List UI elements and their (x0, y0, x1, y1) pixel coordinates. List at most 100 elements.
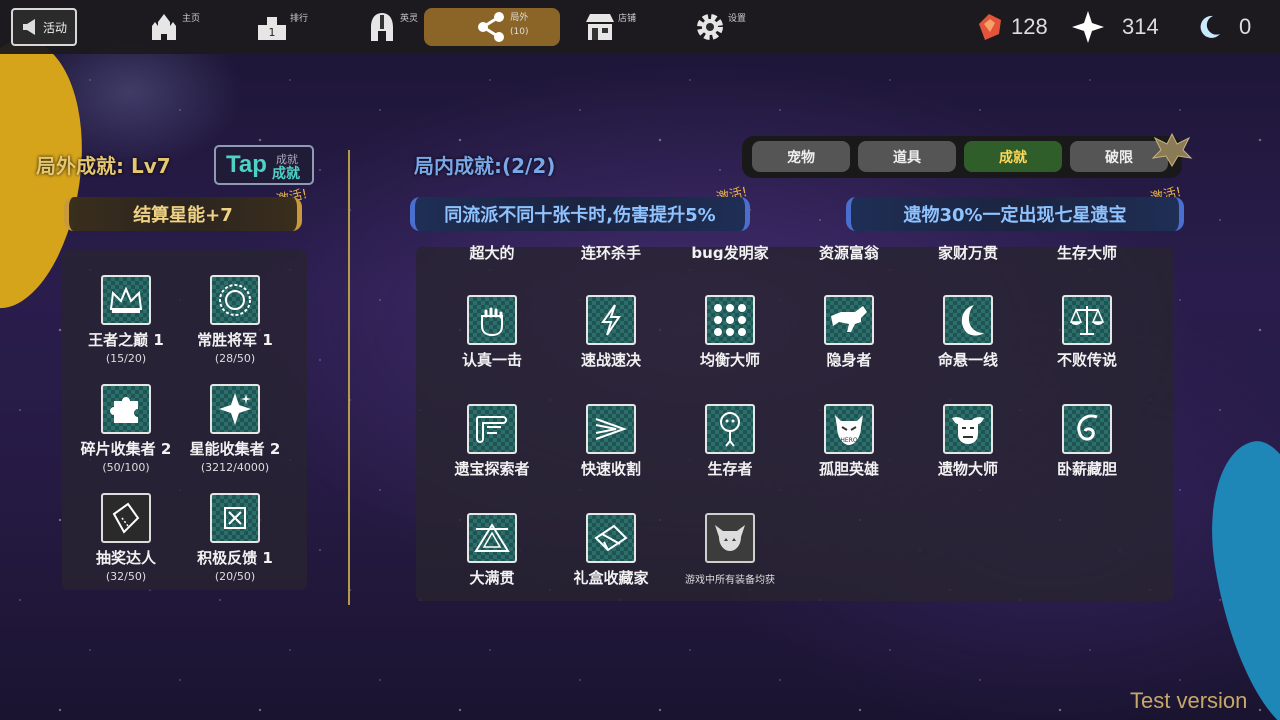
achievement-name: 王者之巅 1 (88, 331, 164, 349)
svg-text:1: 1 (269, 26, 276, 39)
achievement-name: 遗宝探索者 (454, 460, 530, 478)
puzzle-icon (101, 384, 151, 434)
gem-count: 128 (1011, 14, 1048, 39)
achievement-gift-box-collector[interactable]: 礼盒收藏家 (551, 513, 671, 588)
achievement-name: 不败传说 (1056, 351, 1117, 369)
nav-label-text: 局外 (510, 13, 529, 23)
feedback-icon (210, 493, 260, 543)
achievement-blitz[interactable]: 速战速决 (551, 295, 671, 370)
nav-ranking[interactable]: 1 排行 (256, 0, 308, 54)
achievement-survivor[interactable]: 生存者 (670, 404, 790, 479)
achievement-progress: (50/100) (102, 461, 150, 474)
nav-label: 店铺 (618, 13, 637, 24)
castle-icon (148, 11, 180, 43)
outer-achievement-title: 局外成就: Lv7 (36, 154, 171, 178)
category-tabs: 宠物 道具 成就 破限 (742, 136, 1182, 178)
section-divider (348, 150, 350, 605)
nav-label-count: (10) (510, 27, 529, 37)
achievement-lottery-master[interactable]: 抽奖达人 (32/50) (66, 493, 186, 583)
stick-figure-icon (705, 404, 755, 454)
moon-count: 0 (1239, 14, 1252, 39)
achievement-relic-master[interactable]: 遗物大师 (908, 404, 1028, 479)
nav-outer-active[interactable]: 局外 (10) (424, 8, 560, 46)
resource-moon: 0 (1195, 0, 1251, 54)
dots-grid-icon (705, 295, 755, 345)
crown-icon (101, 275, 151, 325)
share-icon (476, 11, 506, 43)
ticket-icon (101, 493, 151, 543)
wolf-icon (824, 295, 874, 345)
shop-icon (584, 11, 616, 43)
inner-achievement-title: 局内成就:(2/2) (414, 154, 556, 178)
megaphone-icon (21, 18, 41, 36)
achievement-name: 均衡大师 (699, 351, 760, 369)
nav-label: 主页 (182, 13, 201, 24)
achievement-progress: (20/50) (214, 570, 256, 583)
achievement-stealth[interactable]: 隐身者 (789, 295, 909, 370)
achievement-fragment-collector[interactable]: 碎片收集者 2 (50/100) (66, 384, 186, 474)
nav-label: 局外 (10) (510, 11, 528, 39)
achievement-name: 抽奖达人 (95, 549, 156, 567)
achievement-locked[interactable]: 游戏中所有装备均获 (670, 513, 790, 586)
achievement-name: 遗物大师 (937, 460, 998, 478)
nav-home[interactable]: 主页 (148, 0, 200, 54)
moon-icon (1195, 13, 1223, 41)
achievement-name-clipped: 资源富翁 (818, 244, 879, 260)
achievement-name: 孤胆英雄 (818, 460, 879, 478)
achievement-balance-master[interactable]: 均衡大师 (670, 295, 790, 370)
achievement-lone-hero[interactable]: HERO 孤胆英雄 (789, 404, 909, 479)
nav-heroes[interactable]: 英灵 (366, 0, 418, 54)
achievement-positive-feedback[interactable]: 积极反馈 1 (20/50) (175, 493, 295, 583)
achievement-narrow-escape[interactable]: 命悬一线 (908, 295, 1028, 370)
achievement-name-clipped: bug发明家 (691, 244, 769, 260)
nav-label: 英灵 (400, 13, 419, 24)
achievement-relic-explorer[interactable]: 遗宝探索者 (432, 404, 552, 479)
sparkle-icon (210, 384, 260, 434)
nav-label: 设置 (728, 13, 747, 24)
achievement-name: 礼盒收藏家 (573, 569, 649, 587)
tab-pets[interactable]: 宠物 (752, 141, 850, 172)
star-sparkle-icon (1070, 9, 1106, 45)
achievement-undefeated-legend[interactable]: 不败传说 (1027, 295, 1147, 370)
gift-box-icon (586, 513, 636, 563)
tap-achievement-badge[interactable]: Tap 成就 成就 (214, 145, 314, 185)
achievement-quick-harvest[interactable]: 快速收割 (551, 404, 671, 479)
gear-icon (694, 11, 726, 43)
triangle-icon (467, 513, 517, 563)
swirl-icon (1062, 404, 1112, 454)
bonus-relic-seven-star: 遗物30%一定出现七星遗宝 (846, 197, 1184, 231)
achievement-star-energy-collector[interactable]: 星能收集者 2 (3212/4000) (175, 384, 295, 474)
horned-skull-icon (705, 513, 755, 563)
achievement-serious-strike[interactable]: 认真一击 (432, 295, 552, 370)
nav-settings[interactable]: 设置 (694, 0, 746, 54)
top-bar: 活动 主页 1 排行 英灵 局外 (10) 店铺 设置 128 314 0 (0, 0, 1280, 54)
achievement-hardship-endurance[interactable]: 卧薪藏胆 (1027, 404, 1147, 479)
settlement-bonus: 结算星能+7 (64, 197, 302, 231)
achievement-ever-victorious[interactable]: 常胜将军 1 (28/50) (175, 275, 295, 365)
activity-button[interactable]: 活动 (11, 8, 77, 46)
achievement-name: 星能收集者 2 (189, 440, 281, 458)
achievement-name: 速战速决 (580, 351, 641, 369)
resource-star-energy: 314 (1070, 0, 1159, 54)
achievement-name: 碎片收集者 2 (80, 440, 172, 458)
tab-achievements[interactable]: 成就 (964, 141, 1062, 172)
svg-text:HERO: HERO (840, 437, 857, 444)
tab-items[interactable]: 道具 (858, 141, 956, 172)
tap-logo-text: Tap (226, 151, 267, 178)
resource-gems: 128 (975, 0, 1048, 54)
winged-emblem-icon (1150, 128, 1194, 168)
achievement-king-peak[interactable]: 王者之巅 1 (15/20) (66, 275, 186, 365)
nav-shop[interactable]: 店铺 (584, 0, 636, 54)
achievement-name: 快速收割 (580, 460, 641, 478)
achievement-name: 大满贯 (469, 569, 515, 587)
bonus-same-school: 同流派不同十张卡时,伤害提升5% (410, 197, 750, 231)
achievement-name: 隐身者 (826, 351, 872, 369)
achievement-name: 认真一击 (461, 351, 522, 369)
scales-icon (1062, 295, 1112, 345)
achievement-progress: (3212/4000) (200, 461, 270, 474)
test-version-label: Test version (1130, 688, 1248, 713)
achievement-name-clipped: 生存大师 (1056, 244, 1117, 260)
achievement-grand-slam[interactable]: 大满贯 (432, 513, 552, 588)
achievement-name-clipped: 家财万贯 (937, 244, 998, 260)
helmet-icon (366, 11, 398, 43)
